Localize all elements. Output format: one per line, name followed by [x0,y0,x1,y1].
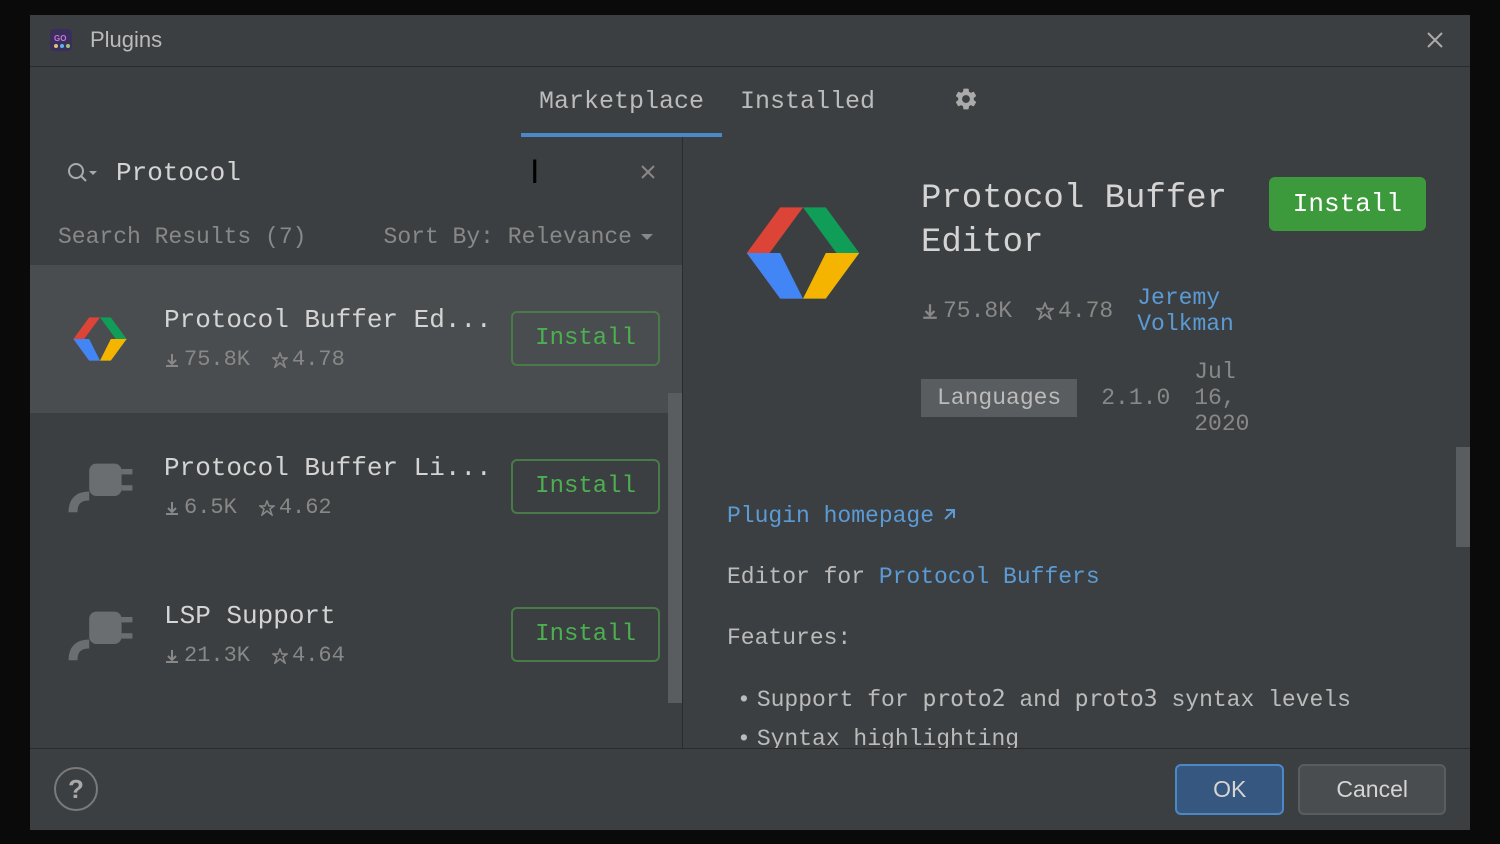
tabs-row: Marketplace Installed [30,67,1470,137]
download-icon [164,648,180,664]
search-row: I [30,137,682,209]
plugin-icon-plug [64,599,136,671]
gear-icon[interactable] [953,86,979,117]
plugin-name: Protocol Buffer Ed... [164,305,511,335]
description: Editor for Protocol Buffers [727,558,1426,597]
detail-plugin-icon [727,177,879,329]
detail-panel: Protocol Buffer Editor 75.8K 4.78 Jeremy… [683,137,1470,748]
detail-scrollbar[interactable] [1456,447,1470,547]
date-label: Jul 16, 2020 [1194,359,1269,437]
search-input[interactable] [116,158,632,188]
result-item-0[interactable]: Protocol Buffer Ed... 75.8K 4.78 Install [30,265,682,413]
scrollbar[interactable] [668,393,682,713]
detail-header: Protocol Buffer Editor 75.8K 4.78 Jeremy… [683,137,1470,437]
close-icon[interactable] [1420,25,1450,55]
detail-title: Protocol Buffer Editor [921,177,1269,265]
star-icon [272,352,288,368]
ok-button[interactable]: OK [1175,764,1284,815]
author-link[interactable]: Jeremy Volkman [1137,285,1269,337]
result-item-1[interactable]: Protocol Buffer Li... 6.5K 4.62 Install [30,413,682,561]
install-button[interactable]: Install [511,311,660,366]
results-list: Protocol Buffer Ed... 75.8K 4.78 Install [30,265,682,748]
download-icon [164,352,180,368]
detail-stats: 75.8K 4.78 Jeremy Volkman [921,285,1269,337]
star-icon [1036,302,1054,320]
feature-item: Syntax highlighting [737,720,1426,747]
plugin-info: LSP Support 21.3K 4.64 [164,601,511,668]
plugin-stats: 21.3K 4.64 [164,643,511,668]
result-item-2[interactable]: LSP Support 21.3K 4.64 Install [30,561,682,709]
plugin-info: Protocol Buffer Li... 6.5K 4.62 [164,453,511,520]
homepage-link[interactable]: Plugin homepage [727,497,956,536]
plugin-icon-plug [64,451,136,523]
plugin-stats: 75.8K 4.78 [164,347,511,372]
install-button[interactable]: Install [511,607,660,662]
features-header: Features: [727,619,1426,658]
download-icon [164,500,180,516]
chevron-down-icon [640,232,654,242]
version-label: 2.1.0 [1101,385,1170,411]
detail-body: Plugin homepage Editor for Protocol Buff… [683,437,1470,748]
external-link-icon [940,508,956,524]
download-icon [921,302,939,320]
detail-meta: Languages 2.1.0 Jul 16, 2020 [921,359,1269,437]
plugin-name: Protocol Buffer Li... [164,453,511,483]
tab-installed[interactable]: Installed [722,67,893,137]
sort-by-label: Sort By: Relevance [384,224,632,250]
window-title: Plugins [90,27,162,53]
plugin-stats: 6.5K 4.62 [164,495,511,520]
plugins-dialog: GO Plugins Marketplace Installed [30,15,1470,830]
star-icon [259,500,275,516]
category-badge[interactable]: Languages [921,379,1077,417]
titlebar: GO Plugins [30,15,1470,67]
footer: ? OK Cancel [30,748,1470,830]
results-count: Search Results (7) [58,224,306,250]
feature-item: Support for proto2 and proto3 syntax lev… [737,680,1426,720]
install-button[interactable]: Install [511,459,660,514]
cancel-button[interactable]: Cancel [1298,764,1446,815]
plugin-name: LSP Support [164,601,511,631]
svg-text:GO: GO [54,34,66,43]
help-button[interactable]: ? [54,767,98,811]
search-icon[interactable] [66,161,98,185]
detail-install-button[interactable]: Install [1269,177,1426,231]
results-header: Search Results (7) Sort By: Relevance [30,209,682,265]
content-area: I Search Results (7) Sort By: Relevance [30,137,1470,748]
features-list: Support for proto2 and proto3 syntax lev… [727,680,1426,747]
star-icon [272,648,288,664]
protocol-buffers-link[interactable]: Protocol Buffers [879,564,1100,590]
clear-search-icon[interactable] [632,160,664,186]
app-icon: GO [50,29,72,51]
plugin-icon-chevrons [64,303,136,375]
left-panel: I Search Results (7) Sort By: Relevance [30,137,683,748]
tab-marketplace[interactable]: Marketplace [521,67,722,137]
plugin-info: Protocol Buffer Ed... 75.8K 4.78 [164,305,511,372]
sort-by-dropdown[interactable]: Sort By: Relevance [384,224,654,250]
